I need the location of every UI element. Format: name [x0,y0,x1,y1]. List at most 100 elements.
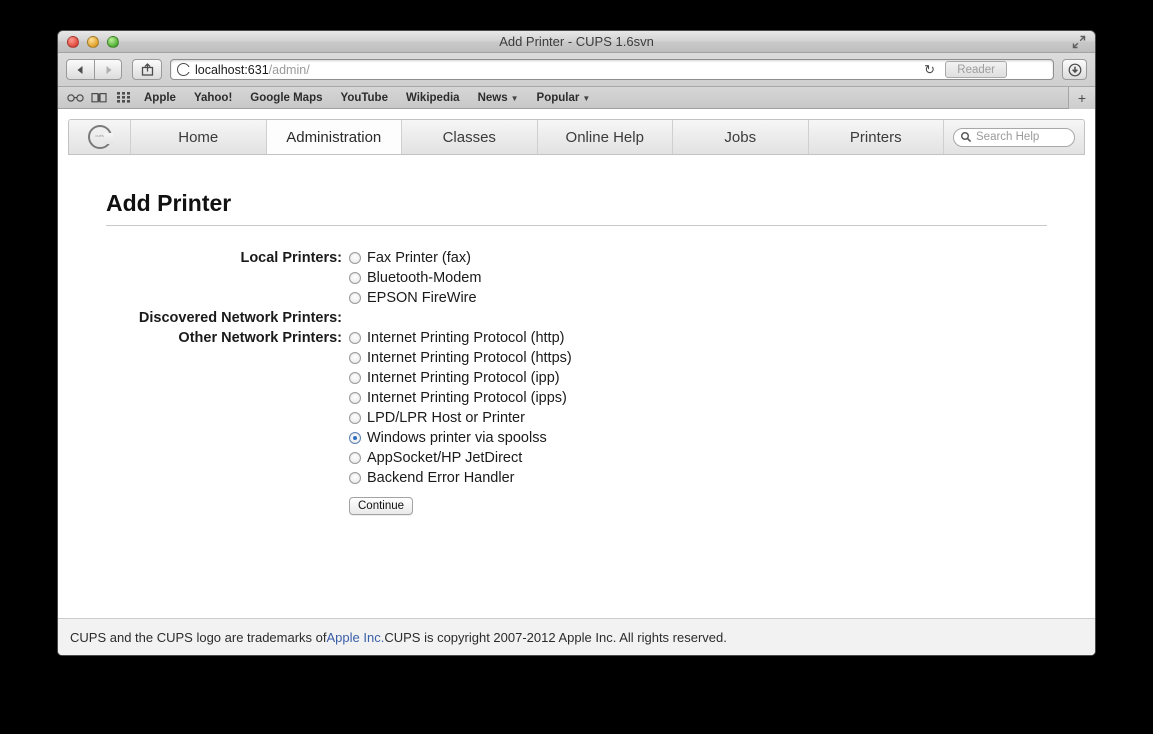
reload-icon[interactable]: ↻ [924,62,935,78]
cups-logo-tab[interactable]: CUPS [69,120,131,154]
radio-label: Bluetooth-Modem [367,270,482,286]
radio-button[interactable] [349,412,361,424]
tab-search-help[interactable]: Search Help [944,120,1084,154]
group-label: Local Printers: [240,250,342,266]
chevron-down-icon: ▼ [510,93,519,103]
bookmark-item[interactable]: Popular ▼ [528,92,600,104]
tab-label: Home [178,128,219,146]
radio-option[interactable]: Internet Printing Protocol (ipp) [349,368,1047,388]
group-options [349,308,1047,328]
radio-button[interactable] [349,292,361,304]
tab-online-help[interactable]: Online Help [537,120,673,154]
bookmark-item[interactable]: Apple [135,92,185,104]
forward-arrow-icon[interactable] [94,59,122,80]
search-help-placeholder: Search Help [976,131,1040,143]
address-bar[interactable]: localhost:631 /admin/ ↻ Reader [170,59,1054,80]
radio-label: Fax Printer (fax) [367,250,471,266]
tab-administration[interactable]: Administration [266,120,402,154]
tab-label: Administration [286,128,382,146]
radio-button[interactable] [349,472,361,484]
page-title: Add Printer [106,190,1047,226]
radio-option[interactable]: Internet Printing Protocol (ipps) [349,388,1047,408]
radio-option[interactable]: Fax Printer (fax) [349,248,1047,268]
tab-label: Classes [442,128,496,146]
tab-home[interactable]: Home [131,120,267,154]
top-sites-icon[interactable] [111,92,135,103]
radio-option[interactable]: Internet Printing Protocol (https) [349,348,1047,368]
tab-jobs[interactable]: Jobs [673,120,809,154]
cups-logo-icon: CUPS [87,125,113,149]
cups-favicon [177,63,191,76]
bookmark-label: Popular [536,91,580,104]
window-title-bar: Add Printer - CUPS 1.6svn [58,31,1095,53]
screen: Add Printer - CUPS 1.6svn localhost:631 … [0,0,1153,734]
footer-text-after: CUPS is copyright 2007-2012 Apple Inc. A… [384,630,727,645]
radio-option[interactable]: AppSocket/HP JetDirect [349,448,1047,468]
bookmark-item[interactable]: Google Maps [241,92,331,104]
close-window-button[interactable] [67,36,79,48]
navigation-buttons [66,59,122,80]
footer-text-before: CUPS and the CUPS logo are trademarks of [70,630,327,645]
radio-button[interactable] [349,432,361,444]
group-options: Fax Printer (fax) Bluetooth-Modem EPSON Fi… [349,248,1047,308]
page-viewport: CUPS Home Administration Classes Online Hel… [58,109,1095,655]
radio-label: Internet Printing Protocol (http) [367,330,565,346]
radio-label: Internet Printing Protocol (ipp) [367,370,560,386]
minimize-window-button[interactable] [87,36,99,48]
share-icon[interactable] [132,59,162,80]
window-title: Add Printer - CUPS 1.6svn [499,34,654,49]
radio-button[interactable] [349,332,361,344]
radio-option[interactable]: LPD/LPR Host or Printer [349,408,1047,428]
radio-label: EPSON FireWire [367,290,477,306]
radio-button[interactable] [349,252,361,264]
radio-button[interactable] [349,392,361,404]
radio-option[interactable]: Internet Printing Protocol (http) [349,328,1047,348]
expand-arrows-icon[interactable] [1071,34,1087,50]
cups-logo-text: CUPS [95,134,104,139]
radio-button[interactable] [349,272,361,284]
add-printer-form: Local Printers: Fax Printer (fax) Bluetoot… [106,248,1047,515]
bookmarks-icon[interactable] [87,92,111,103]
radio-option[interactable]: Backend Error Handler [349,468,1047,488]
radio-button[interactable] [349,372,361,384]
cups-navigation: CUPS Home Administration Classes Online Hel… [68,119,1085,155]
bookmark-item[interactable]: Yahoo! [185,92,241,104]
group-label: Other Network Printers: [178,330,342,346]
search-help-input[interactable]: Search Help [953,127,1075,147]
tab-label: Online Help [565,128,644,146]
bookmark-item[interactable]: Wikipedia [397,92,469,104]
reading-list-icon[interactable] [63,93,87,102]
bookmark-item[interactable]: YouTube [332,92,397,104]
bookmark-label: Wikipedia [405,91,460,104]
zoom-window-button[interactable] [107,36,119,48]
apple-inc-link[interactable]: Apple Inc. [327,630,385,645]
chevron-down-icon: ▼ [582,93,591,103]
window-controls [67,36,119,48]
back-arrow-icon[interactable] [66,59,94,80]
tab-label: Jobs [724,128,757,146]
browser-window: Add Printer - CUPS 1.6svn localhost:631 … [57,30,1096,656]
radio-button[interactable] [349,452,361,464]
radio-button[interactable] [349,352,361,364]
radio-option[interactable]: Windows printer via spoolss [349,428,1047,448]
bookmarks-bar: Apple Yahoo! Google Maps YouTube Wikipedia Ne… [58,87,1095,109]
browser-toolbar: localhost:631 /admin/ ↻ Reader [58,53,1095,87]
bookmark-label: Apple [144,91,176,104]
page-footer: CUPS and the CUPS logo are trademarks of… [58,618,1095,655]
radio-option[interactable]: Bluetooth-Modem [349,268,1047,288]
tab-label: Printers [849,128,902,146]
continue-wrapper: Continue [349,496,1047,515]
tab-classes[interactable]: Classes [402,120,538,154]
search-icon [960,131,972,143]
radio-option[interactable]: EPSON FireWire [349,288,1047,308]
downloads-icon[interactable] [1062,59,1087,80]
new-tab-button[interactable]: + [1068,87,1095,109]
bookmark-label: YouTube [340,91,388,104]
group-label: Discovered Network Printers: [138,310,342,326]
bookmark-item[interactable]: News ▼ [469,92,528,104]
reader-button[interactable]: Reader [945,61,1007,78]
tab-printers[interactable]: Printers [808,120,944,154]
continue-button[interactable]: Continue [349,497,414,515]
group-options: Internet Printing Protocol (http) Interne… [349,328,1047,515]
printer-group-row: Other Network Printers: Internet Printing… [106,328,1047,515]
